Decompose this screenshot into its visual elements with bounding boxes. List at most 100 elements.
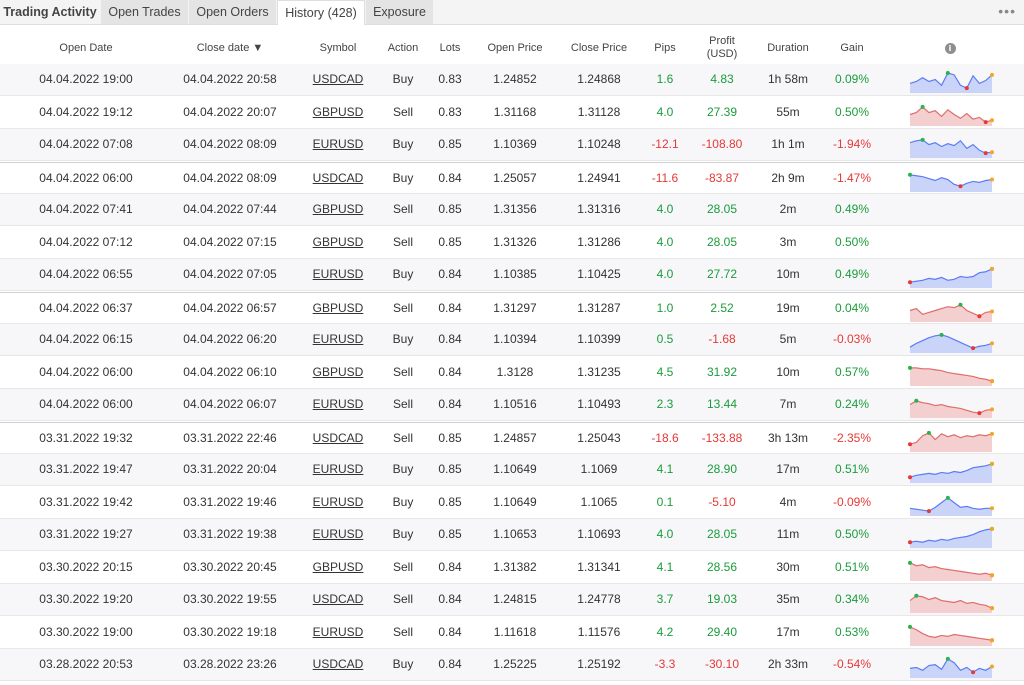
header-close-date[interactable]: Close date ▼: [170, 32, 290, 64]
header-open-price[interactable]: Open Price: [477, 32, 553, 64]
symbol-link[interactable]: EURUSD: [313, 495, 364, 509]
sparkline-min-marker: [908, 475, 912, 480]
symbol-link[interactable]: EURUSD: [313, 267, 364, 281]
symbol-link[interactable]: GBPUSD: [313, 365, 364, 379]
tab-open-orders[interactable]: Open Orders: [189, 0, 276, 24]
trade-sparkline: [909, 656, 994, 678]
symbol-link[interactable]: USDCAD: [313, 431, 364, 445]
cell-action: Sell: [392, 234, 413, 249]
trade-sparkline: [908, 526, 994, 548]
cell-pips: -3.3: [654, 657, 676, 671]
cell-action: Buy: [392, 137, 414, 151]
cell-gain: 0.24%: [834, 397, 870, 411]
cell-symbol[interactable]: EURUSD: [308, 259, 368, 290]
tab-exposure[interactable]: Exposure: [366, 0, 433, 24]
symbol-link[interactable]: EURUSD: [313, 397, 364, 411]
symbol-link[interactable]: USDCAD: [313, 592, 364, 606]
cell-symbol[interactable]: EURUSD: [308, 389, 368, 420]
trade-sparkline: [909, 137, 994, 158]
tab-open-trades[interactable]: Open Trades: [101, 0, 188, 24]
cell-profit: 31.92: [706, 364, 738, 379]
cell-symbol[interactable]: EURUSD: [308, 324, 368, 355]
symbol-link[interactable]: EURUSD: [313, 462, 364, 476]
cell-lots: 0.85: [438, 202, 462, 216]
symbol-link[interactable]: GBPUSD: [313, 105, 364, 119]
cell-symbol[interactable]: USDCAD: [308, 649, 368, 680]
cell-profit: -1.68: [708, 332, 736, 346]
sparkline-last-marker: [990, 378, 994, 383]
cell-open-price: 1.10516: [493, 397, 537, 411]
cell-gain: 0.57%: [834, 364, 870, 379]
symbol-link[interactable]: EURUSD: [313, 625, 364, 639]
cell-duration: 55m: [776, 104, 800, 119]
cell-profit: 28.05: [706, 202, 738, 216]
cell-symbol[interactable]: USDCAD: [308, 64, 368, 95]
symbol-link[interactable]: GBPUSD: [313, 202, 364, 216]
cell-symbol[interactable]: EURUSD: [308, 129, 368, 160]
symbol-link[interactable]: EURUSD: [313, 137, 364, 151]
sparkline-last-marker: [990, 341, 994, 346]
trade-sparkline: [909, 332, 994, 353]
tab-history[interactable]: History (428): [277, 0, 365, 25]
header-action[interactable]: Action: [378, 32, 428, 64]
cell-symbol[interactable]: EURUSD: [308, 454, 368, 485]
cell-open-date: 04.04.2022 07:12: [39, 234, 133, 249]
cell-lots: 0.84: [438, 592, 462, 606]
sparkline-max-marker: [945, 495, 950, 500]
table-row: 04.04.2022 07:08 04.04.2022 08:09 EURUSD Bu…: [0, 129, 1024, 161]
cell-pips: 4.0: [656, 104, 674, 119]
header-lots[interactable]: Lots: [430, 32, 470, 64]
cell-symbol[interactable]: USDCAD: [308, 423, 368, 454]
header-info[interactable]: i: [940, 32, 960, 64]
header-pips[interactable]: Pips: [645, 32, 685, 64]
more-options-icon[interactable]: •••: [998, 3, 1016, 19]
sparkline-min-marker: [977, 313, 982, 318]
sparkline-last-marker: [990, 431, 994, 436]
cell-profit: 13.44: [706, 397, 738, 411]
cell-symbol[interactable]: USDCAD: [308, 584, 368, 615]
cell-gain: 0.50%: [834, 527, 870, 541]
sparkline-max-marker: [945, 656, 950, 661]
cell-open-date: 04.04.2022 06:00: [39, 397, 133, 411]
symbol-link[interactable]: GBPUSD: [313, 560, 364, 574]
symbol-link[interactable]: GBPUSD: [313, 235, 364, 249]
sparkline-last-marker: [990, 526, 994, 531]
symbol-link[interactable]: USDCAD: [313, 171, 364, 185]
cell-action: Buy: [392, 332, 414, 346]
header-symbol[interactable]: Symbol: [308, 32, 368, 64]
header-duration[interactable]: Duration: [758, 32, 818, 64]
cell-close-price: 1.25043: [577, 430, 621, 445]
symbol-link[interactable]: GBPUSD: [313, 301, 364, 315]
cell-action: Buy: [392, 657, 414, 671]
cell-symbol[interactable]: GBPUSD: [308, 194, 368, 225]
cell-symbol[interactable]: EURUSD: [308, 617, 368, 648]
cell-symbol[interactable]: GBPUSD: [308, 357, 368, 388]
sparkline-min-marker: [983, 119, 988, 124]
cell-symbol[interactable]: USDCAD: [308, 163, 368, 194]
info-icon[interactable]: i: [944, 42, 956, 54]
header-profit[interactable]: Profit (USD): [692, 32, 752, 64]
header-gain[interactable]: Gain: [822, 32, 882, 64]
sparkline-last-marker: [990, 150, 994, 155]
sparkline-max-marker: [914, 593, 919, 598]
symbol-link[interactable]: EURUSD: [313, 332, 364, 346]
cell-profit: -108.80: [701, 137, 743, 151]
cell-symbol[interactable]: GBPUSD: [308, 293, 368, 324]
cell-symbol[interactable]: EURUSD: [308, 519, 368, 550]
header-close-price[interactable]: Close Price: [561, 32, 637, 64]
tab-trading-activity[interactable]: Trading Activity: [0, 0, 100, 24]
cell-duration: 2m: [779, 202, 797, 216]
cell-gain: 0.04%: [834, 300, 870, 315]
symbol-link[interactable]: EURUSD: [313, 527, 364, 541]
cell-profit: 28.90: [706, 462, 738, 476]
sparkline-last-marker: [990, 505, 994, 510]
header-open-date[interactable]: Open Date: [26, 32, 146, 64]
cell-gain: 0.34%: [834, 592, 870, 606]
cell-symbol[interactable]: GBPUSD: [308, 552, 368, 583]
symbol-link[interactable]: USDCAD: [313, 72, 364, 86]
symbol-link[interactable]: USDCAD: [313, 657, 364, 671]
cell-symbol[interactable]: EURUSD: [308, 487, 368, 518]
cell-symbol[interactable]: GBPUSD: [308, 227, 368, 258]
sparkline-max-marker: [939, 332, 944, 337]
cell-symbol[interactable]: GBPUSD: [308, 97, 368, 128]
